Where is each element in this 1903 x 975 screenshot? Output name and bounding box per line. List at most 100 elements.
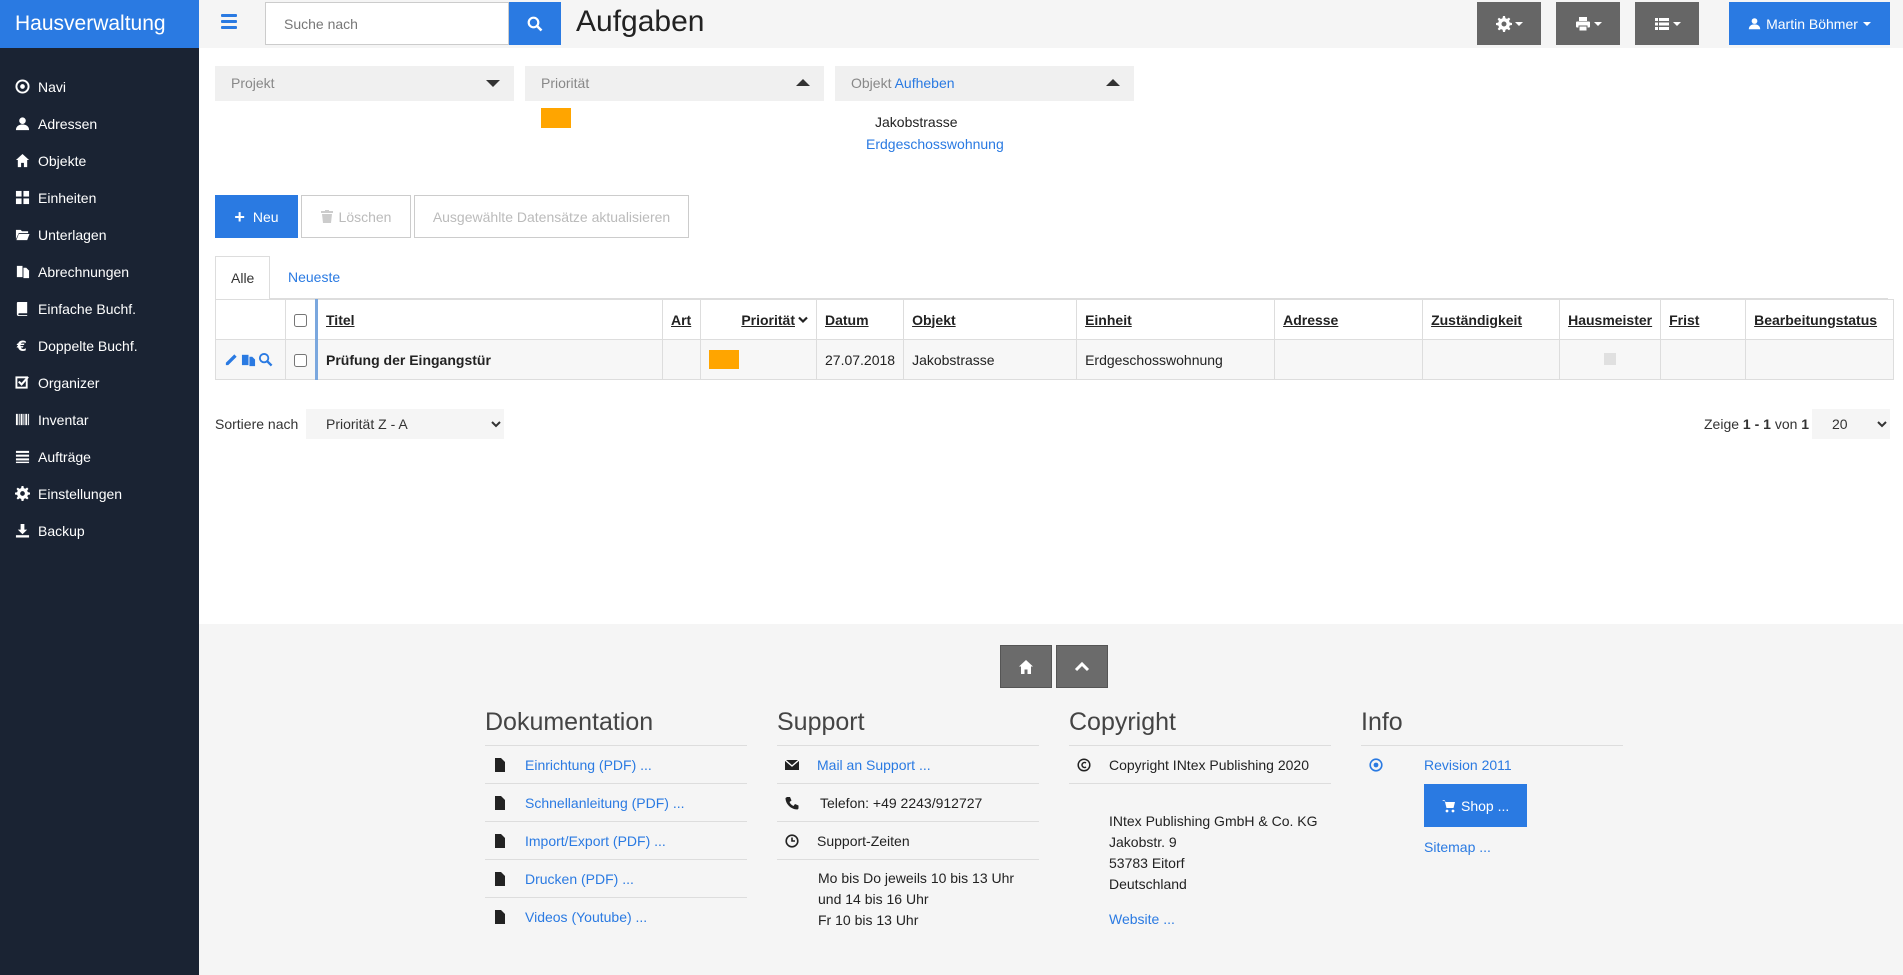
- magnifier-icon[interactable]: [258, 352, 273, 367]
- copyright-icon: [1069, 757, 1109, 772]
- selected-objekt-unit-link[interactable]: Erdgeschosswohnung: [866, 136, 1004, 152]
- home-button[interactable]: [1000, 645, 1052, 688]
- sidebar: Hausverwaltung Navi Adressen Objekte Ein…: [0, 0, 199, 975]
- paging-info: Zeige 1 - 1 von 1: [1704, 416, 1809, 432]
- sitemap-link[interactable]: Sitemap ...: [1424, 839, 1491, 855]
- new-button[interactable]: + Neu: [215, 195, 298, 238]
- company-street: Jakobstr. 9: [1109, 834, 1177, 850]
- settings-dropdown-button[interactable]: [1477, 2, 1541, 45]
- footer-info-title: Info: [1361, 708, 1623, 746]
- sort-select[interactable]: Priorität Z - A: [306, 409, 504, 439]
- user-name: Martin Böhmer: [1766, 15, 1858, 32]
- update-selected-button[interactable]: Ausgewählte Datensätze aktualisieren: [414, 195, 689, 238]
- sidebar-item-label: Organizer: [38, 374, 100, 391]
- sidebar-item-organizer[interactable]: Organizer: [0, 364, 199, 401]
- topbar: Aufgaben Martin Böhmer: [199, 0, 1903, 48]
- filter-objekt-label: Objekt: [851, 75, 892, 91]
- sidebar-item-einfache-buchf[interactable]: Einfache Buchf.: [0, 290, 199, 327]
- header-prioritaet[interactable]: Priorität: [700, 299, 817, 340]
- shop-button[interactable]: Shop ...: [1424, 784, 1528, 827]
- sidebar-item-label: Adressen: [38, 115, 98, 132]
- doc-link-videos[interactable]: Videos (Youtube) ...: [525, 909, 647, 925]
- header-zustaendigkeit[interactable]: Zuständigkeit: [1422, 299, 1561, 340]
- gear-icon: [1495, 15, 1512, 32]
- scroll-top-button[interactable]: [1056, 645, 1108, 688]
- revision-link[interactable]: Revision 2011: [1401, 757, 1512, 773]
- target-icon: [14, 79, 30, 95]
- sidebar-item-navi[interactable]: Navi: [0, 68, 199, 105]
- sidebar-item-abrechnungen[interactable]: Abrechnungen: [0, 253, 199, 290]
- footer-support-title: Support: [777, 708, 1039, 746]
- support-hours-line: Mo bis Do jeweils 10 bis 13 Uhr: [818, 870, 1015, 886]
- user-menu-button[interactable]: Martin Böhmer: [1729, 2, 1890, 45]
- header-einheit[interactable]: Einheit: [1076, 299, 1276, 340]
- table-row[interactable]: Prüfung der Eingangstür 27.07.2018 Jakob…: [215, 339, 1895, 380]
- chevron-down-icon: [1672, 21, 1681, 26]
- sidebar-item-label: Einfache Buchf.: [38, 300, 137, 317]
- chevron-down-icon: [1593, 21, 1602, 26]
- sidebar-item-objekte[interactable]: Objekte: [0, 142, 199, 179]
- filter-prioritaet[interactable]: Priorität: [525, 66, 824, 101]
- sidebar-item-label: Navi: [38, 78, 67, 95]
- paging-range: 1 - 1: [1742, 416, 1771, 432]
- book-icon: [14, 301, 30, 317]
- search-input[interactable]: [265, 2, 509, 45]
- header-objekt[interactable]: Objekt: [903, 299, 1078, 340]
- euro-icon: €: [14, 338, 30, 354]
- brand-logo[interactable]: Hausverwaltung: [0, 0, 199, 48]
- header-hausmeister[interactable]: Hausmeister: [1559, 299, 1662, 340]
- cell-frist: [1660, 339, 1747, 380]
- file-icon: [485, 795, 525, 810]
- tab-alle[interactable]: Alle: [215, 256, 271, 300]
- delete-button[interactable]: Löschen: [301, 195, 411, 238]
- pencil-icon[interactable]: [224, 352, 239, 367]
- cell-art: [662, 339, 701, 380]
- sidebar-item-adressen[interactable]: Adressen: [0, 105, 199, 142]
- filter-objekt[interactable]: Objekt Aufheben: [835, 66, 1134, 101]
- sidebar-item-inventar[interactable]: Inventar: [0, 401, 199, 438]
- header-frist[interactable]: Frist: [1660, 299, 1747, 340]
- print-dropdown-button[interactable]: [1556, 2, 1620, 45]
- row-checkbox[interactable]: [294, 354, 307, 368]
- clock-icon: [777, 833, 817, 848]
- support-hours-title: Support-Zeiten: [817, 832, 910, 849]
- filter-projekt[interactable]: Projekt: [215, 66, 514, 101]
- doc-link-schnellanleitung[interactable]: Schnellanleitung (PDF) ...: [525, 795, 685, 811]
- header-titel[interactable]: Titel: [315, 299, 663, 340]
- header-datum[interactable]: Datum: [815, 299, 905, 340]
- filter-projekt-label: Projekt: [231, 75, 275, 91]
- support-hours: Mo bis Do jeweils 10 bis 13 Uhr und 14 b…: [777, 860, 1039, 931]
- footer: Dokumentation Einrichtung (PDF) ... Schn…: [199, 624, 1903, 975]
- page-size-select[interactable]: 20: [1812, 409, 1890, 439]
- copy-icon[interactable]: [241, 352, 256, 367]
- doc-link-einrichtung[interactable]: Einrichtung (PDF) ...: [525, 757, 652, 773]
- filter-objekt-clear-link[interactable]: Aufheben: [895, 75, 955, 91]
- doc-link-import-export[interactable]: Import/Export (PDF) ...: [525, 833, 666, 849]
- tab-neueste[interactable]: Neueste: [273, 256, 355, 300]
- header-bearbeitungstatus[interactable]: Bearbeitungstatus: [1745, 299, 1895, 340]
- list-icon: [14, 449, 30, 465]
- header-select-all: [285, 299, 317, 340]
- sidebar-item-unterlagen[interactable]: Unterlagen: [0, 216, 199, 253]
- cart-icon: [1442, 799, 1455, 812]
- sidebar-item-einstellungen[interactable]: Einstellungen: [0, 475, 199, 512]
- tab-bar: Alle Neueste: [215, 256, 1888, 300]
- support-mail-link[interactable]: Mail an Support ...: [817, 757, 931, 773]
- select-all-checkbox[interactable]: [294, 314, 307, 328]
- doc-link-drucken[interactable]: Drucken (PDF) ...: [525, 871, 634, 887]
- website-link[interactable]: Website ...: [1109, 911, 1175, 927]
- update-selected-label: Ausgewählte Datensätze aktualisieren: [432, 208, 671, 225]
- sidebar-item-doppelte-buchf[interactable]: € Doppelte Buchf.: [0, 327, 199, 364]
- cell-hausmeister: [1559, 339, 1662, 380]
- header-prioritaet-label: Priorität: [741, 311, 795, 328]
- menu-toggle-icon[interactable]: [221, 14, 237, 34]
- priority-color-swatch: [541, 108, 571, 128]
- cell-adresse: [1274, 339, 1424, 380]
- sidebar-item-auftraege[interactable]: Aufträge: [0, 438, 199, 475]
- search-button[interactable]: [509, 2, 561, 45]
- view-dropdown-button[interactable]: [1635, 2, 1699, 45]
- sidebar-item-einheiten[interactable]: Einheiten: [0, 179, 199, 216]
- sidebar-item-backup[interactable]: Backup: [0, 512, 199, 549]
- header-art[interactable]: Art: [662, 299, 701, 340]
- header-adresse[interactable]: Adresse: [1274, 299, 1424, 340]
